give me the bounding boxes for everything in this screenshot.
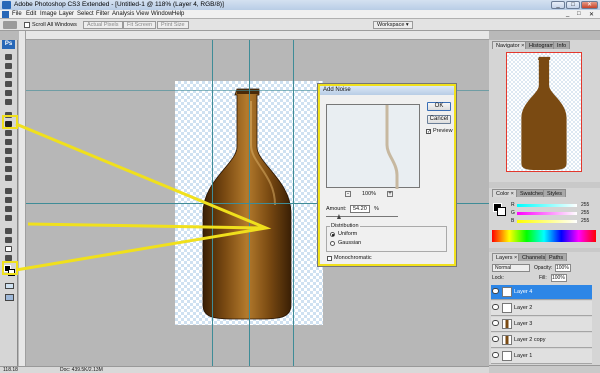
color-b-label: B	[511, 218, 515, 224]
add-noise-dialog: Add Noise OK Cancel ✓ Preview - 100% + A…	[318, 84, 456, 266]
distribution-group	[326, 226, 447, 252]
color-r-slider[interactable]	[517, 204, 577, 207]
layer-row-layer-2-copy[interactable]: Layer 2 copy	[491, 333, 592, 348]
monochromatic-label: Monochromatic	[334, 255, 372, 261]
amount-unit: %	[374, 206, 379, 212]
layer-name[interactable]: Layer 2 copy	[514, 337, 546, 343]
ok-button[interactable]: OK	[427, 102, 451, 111]
layer-name[interactable]: Layer 2	[514, 305, 532, 311]
layer-row-layer-4[interactable]: Layer 4	[491, 285, 592, 300]
color-b-slider[interactable]	[517, 220, 577, 223]
gaussian-radio[interactable]	[330, 241, 335, 246]
color-r-value[interactable]: 255	[581, 202, 589, 208]
color-b-value[interactable]: 255	[581, 218, 589, 224]
dialog-preview-pane[interactable]	[326, 104, 420, 189]
color-g-slider[interactable]	[517, 212, 577, 215]
color-g-label: G	[511, 210, 515, 216]
color-spectrum-bar[interactable]	[492, 230, 596, 242]
color-r-label: R	[511, 202, 515, 208]
layer-thumbnail	[502, 303, 512, 313]
visibility-eye-icon[interactable]	[492, 288, 499, 294]
layer-row-layer-1[interactable]: Layer 1	[491, 349, 592, 364]
status-doc-size: Doc: 439.5K/2.13M	[60, 367, 103, 373]
gaussian-label: Gaussian	[338, 240, 362, 246]
fill-label: Fill:	[539, 275, 547, 281]
tab-navigator[interactable]: Navigator ×	[492, 41, 529, 49]
tab-info[interactable]: Info	[553, 41, 571, 49]
visibility-eye-icon[interactable]	[492, 304, 499, 310]
zoom-in-button[interactable]: +	[387, 191, 393, 197]
amount-input[interactable]: 54.20	[350, 205, 370, 213]
dialog-title: Add Noise	[320, 86, 454, 95]
tab-paths[interactable]: Paths	[545, 253, 568, 261]
tab-layers[interactable]: Layers ×	[492, 253, 522, 261]
opacity-input[interactable]: 100%	[555, 264, 571, 272]
cancel-button[interactable]: Cancel	[427, 115, 451, 124]
blend-mode-select[interactable]: Normal	[492, 264, 530, 272]
distribution-label: Distribution	[330, 223, 360, 229]
layers-footer-toolbar	[489, 365, 600, 373]
layer-name[interactable]: Layer 1	[514, 353, 532, 359]
zoom-out-button[interactable]: -	[345, 191, 351, 197]
monochromatic-checkbox[interactable]	[327, 256, 332, 261]
layer-thumbnail	[502, 287, 512, 297]
status-zoom[interactable]: 118.18	[3, 367, 18, 373]
navigator-panel: Navigator × Histogram Info	[489, 40, 600, 182]
tab-color[interactable]: Color ×	[492, 189, 518, 197]
uniform-radio[interactable]	[330, 232, 335, 237]
tab-styles[interactable]: Styles	[543, 189, 566, 197]
preview-checkbox[interactable]: ✓	[426, 129, 431, 135]
layer-row-layer-3[interactable]: Layer 3	[491, 317, 592, 332]
layer-thumbnail	[502, 351, 512, 361]
fill-input[interactable]: 100%	[551, 274, 567, 282]
bg-color-box[interactable]	[497, 207, 506, 216]
amount-slider-track[interactable]	[326, 216, 398, 217]
visibility-eye-icon[interactable]	[492, 352, 499, 358]
navigator-bottle-image	[521, 56, 567, 171]
visibility-eye-icon[interactable]	[492, 320, 499, 326]
color-g-value[interactable]: 255	[581, 210, 589, 216]
zoom-level: 100%	[362, 191, 377, 197]
color-panel: Color × Swatches Styles R 255 G 255 B 25…	[489, 188, 600, 248]
visibility-eye-icon[interactable]	[492, 336, 499, 342]
layer-name[interactable]: Layer 4	[514, 289, 532, 295]
amount-label: Amount:	[326, 206, 347, 212]
lock-label: Lock:	[492, 275, 504, 281]
layer-row-layer-2[interactable]: Layer 2	[491, 301, 592, 316]
preview-label: Preview	[433, 128, 453, 134]
status-bar: 118.18 Doc: 439.5K/2.13M	[0, 366, 489, 373]
layer-thumbnail	[502, 319, 512, 329]
preview-bottle-edge	[385, 105, 399, 189]
uniform-label: Uniform	[338, 231, 358, 237]
layer-thumbnail	[502, 335, 512, 345]
layer-name[interactable]: Layer 3	[514, 321, 532, 327]
opacity-label: Opacity:	[534, 265, 553, 271]
navigator-thumbnail[interactable]	[506, 52, 582, 172]
